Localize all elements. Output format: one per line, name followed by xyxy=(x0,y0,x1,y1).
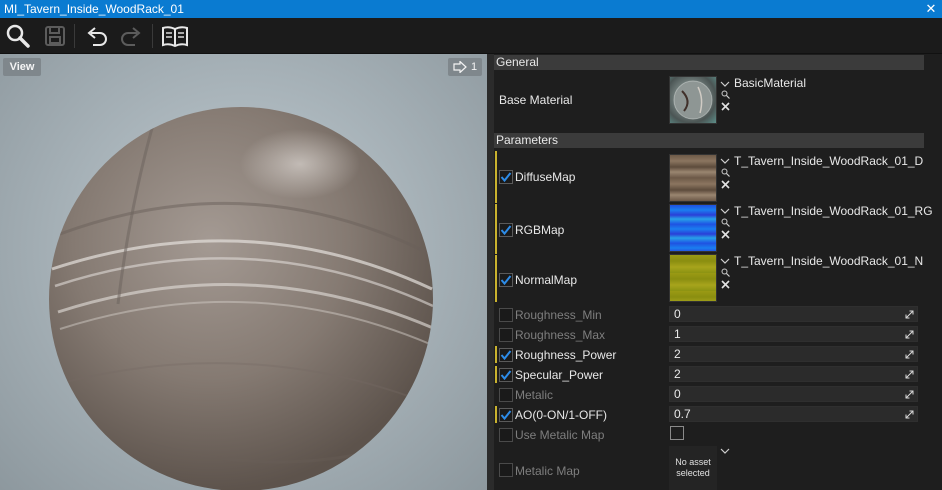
camera-selector-button[interactable]: 1 xyxy=(448,58,482,76)
roughness-max-value: 1 xyxy=(674,327,681,341)
chevron-down-icon[interactable] xyxy=(720,447,730,455)
normalmap-checkbox[interactable] xyxy=(499,273,513,287)
docs-book-icon[interactable] xyxy=(160,21,190,51)
camera-arrow-icon xyxy=(453,61,467,73)
override-indicator xyxy=(495,406,497,423)
clear-icon[interactable] xyxy=(721,280,730,289)
override-indicator xyxy=(495,346,497,363)
roughness-power-checkbox[interactable] xyxy=(499,348,513,362)
specular-power-label: Specular_Power xyxy=(515,368,604,382)
specular-power-field[interactable]: 2 xyxy=(669,366,918,382)
chevron-down-icon[interactable] xyxy=(720,80,730,88)
chevron-down-icon[interactable] xyxy=(720,207,730,215)
window-title: MI_Tavern_Inside_WoodRack_01 xyxy=(4,2,184,16)
parameters-section-header[interactable]: Parameters xyxy=(494,133,924,148)
expand-icon[interactable] xyxy=(905,370,914,379)
rgbmap-checkbox[interactable] xyxy=(499,223,513,237)
material-preview-viewport[interactable]: View 1 xyxy=(0,54,487,490)
roughness-min-label: Roughness_Min xyxy=(515,308,602,322)
normalmap-texture-name: T_Tavern_Inside_WoodRack_01_N xyxy=(734,254,924,268)
preview-sphere xyxy=(49,107,433,490)
roughness-min-checkbox[interactable] xyxy=(499,308,513,322)
specular-power-checkbox[interactable] xyxy=(499,368,513,382)
diffusemap-checkbox[interactable] xyxy=(499,170,513,184)
diffusemap-thumbnail[interactable] xyxy=(669,154,717,202)
search-icon[interactable] xyxy=(721,90,730,99)
diffusemap-texture-name: T_Tavern_Inside_WoodRack_01_D xyxy=(734,154,924,168)
ao-checkbox[interactable] xyxy=(499,408,513,422)
ao-label: AO(0-ON/1-OFF) xyxy=(515,408,607,422)
ao-field[interactable]: 0.7 xyxy=(669,406,918,422)
properties-panel: General Base Material BasicMaterial Para… xyxy=(494,54,942,490)
use-metalic-map-toggle[interactable] xyxy=(670,426,684,440)
override-indicator xyxy=(495,255,497,302)
search-icon[interactable] xyxy=(721,218,730,227)
metalic-value: 0 xyxy=(674,387,681,401)
roughness-max-field[interactable]: 1 xyxy=(669,326,918,342)
rgbmap-texture-name: T_Tavern_Inside_WoodRack_01_RG xyxy=(734,204,933,218)
search-icon[interactable] xyxy=(721,168,730,177)
search-icon[interactable] xyxy=(721,268,730,277)
toolbar-separator xyxy=(74,24,75,48)
chevron-down-icon[interactable] xyxy=(720,257,730,265)
clear-icon[interactable] xyxy=(721,102,730,111)
use-metalic-map-checkbox[interactable] xyxy=(499,428,513,442)
toolbar-separator xyxy=(152,24,153,48)
base-material-label: Base Material xyxy=(499,93,573,107)
metalic-label: Metalic xyxy=(515,388,554,402)
override-indicator xyxy=(495,366,497,383)
ao-value: 0.7 xyxy=(674,407,691,421)
camera-count: 1 xyxy=(470,61,478,73)
general-section-header[interactable]: General xyxy=(494,55,924,70)
roughness-min-field[interactable]: 0 xyxy=(669,306,918,322)
override-indicator xyxy=(495,204,497,254)
diffusemap-label: DiffuseMap xyxy=(515,170,576,184)
close-icon[interactable]: ✕ xyxy=(924,0,938,18)
metalic-map-slot[interactable]: No asset selected xyxy=(669,446,717,490)
override-indicator xyxy=(495,151,497,203)
metalic-map-checkbox[interactable] xyxy=(499,463,513,477)
base-material-thumbnail[interactable] xyxy=(669,76,717,124)
rgbmap-label: RGBMap xyxy=(515,223,565,237)
chevron-down-icon[interactable] xyxy=(720,157,730,165)
expand-icon[interactable] xyxy=(905,410,914,419)
clear-icon[interactable] xyxy=(721,180,730,189)
save-icon[interactable] xyxy=(40,21,70,51)
roughness-min-value: 0 xyxy=(674,307,681,321)
metalic-map-label: Metalic Map xyxy=(515,464,580,478)
expand-icon[interactable] xyxy=(905,330,914,339)
roughness-power-field[interactable]: 2 xyxy=(669,346,918,362)
rgbmap-thumbnail[interactable] xyxy=(669,204,717,252)
redo-icon[interactable] xyxy=(116,21,146,51)
roughness-max-label: Roughness_Max xyxy=(515,328,606,342)
expand-icon[interactable] xyxy=(905,390,914,399)
expand-icon[interactable] xyxy=(905,310,914,319)
title-bar: MI_Tavern_Inside_WoodRack_01 ✕ xyxy=(0,0,942,18)
roughness-max-checkbox[interactable] xyxy=(499,328,513,342)
base-material-name: BasicMaterial xyxy=(734,76,807,90)
normalmap-thumbnail[interactable] xyxy=(669,254,717,302)
specular-power-value: 2 xyxy=(674,367,681,381)
panel-splitter[interactable] xyxy=(487,54,494,490)
normalmap-label: NormalMap xyxy=(515,273,578,287)
toolbar xyxy=(0,18,942,54)
view-menu-button[interactable]: View xyxy=(3,58,41,76)
no-asset-text: No asset selected xyxy=(675,457,711,478)
search-icon[interactable] xyxy=(3,21,33,51)
clear-icon[interactable] xyxy=(721,230,730,239)
roughness-power-label: Roughness_Power xyxy=(515,348,617,362)
metalic-field[interactable]: 0 xyxy=(669,386,918,402)
metalic-checkbox[interactable] xyxy=(499,388,513,402)
use-metalic-map-label: Use Metalic Map xyxy=(515,428,605,442)
roughness-power-value: 2 xyxy=(674,347,681,361)
undo-icon[interactable] xyxy=(82,21,112,51)
expand-icon[interactable] xyxy=(905,350,914,359)
